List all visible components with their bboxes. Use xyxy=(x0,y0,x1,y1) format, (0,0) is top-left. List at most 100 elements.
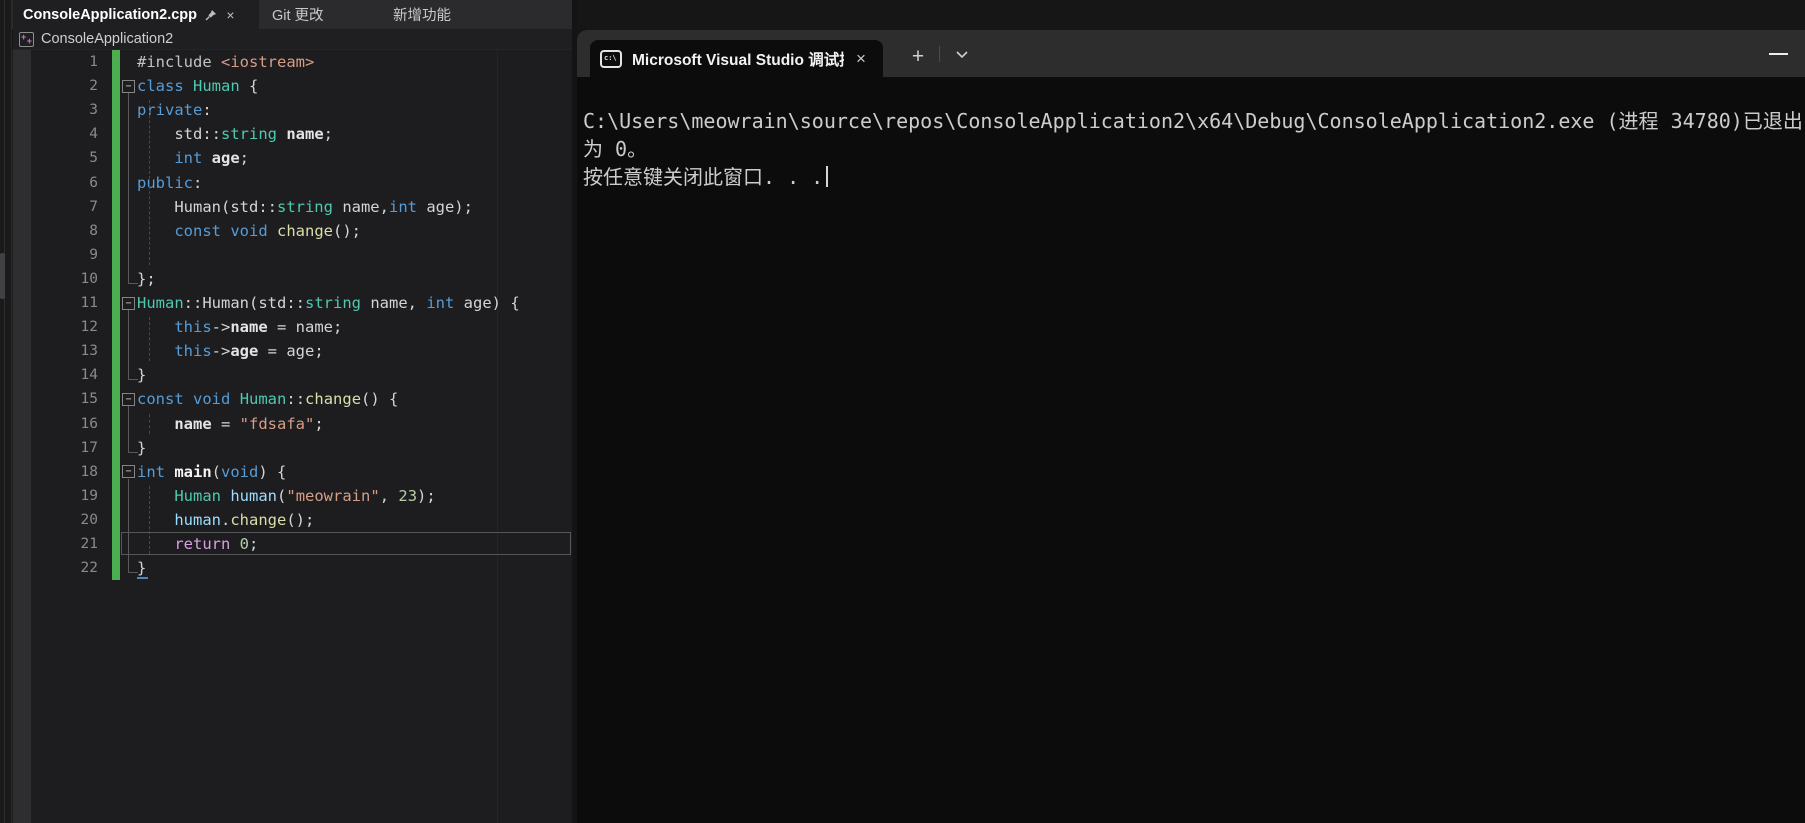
chevron-down-icon[interactable] xyxy=(949,45,975,63)
indent-guide xyxy=(149,100,150,265)
caret-underline xyxy=(137,577,148,579)
code-line[interactable]: 14} xyxy=(0,363,572,387)
terminal-tab-title: Microsoft Visual Studio 调试控制台 xyxy=(632,48,844,70)
fold-guide-line xyxy=(128,479,129,572)
line-number: 14 xyxy=(36,363,98,387)
close-icon[interactable]: × xyxy=(856,50,866,67)
fold-guide-line xyxy=(128,93,129,283)
code-text: public: xyxy=(137,171,202,195)
pin-icon[interactable] xyxy=(204,8,217,21)
code-line[interactable]: 3private: xyxy=(0,98,572,122)
line-number: 15 xyxy=(36,387,98,411)
terminal-output[interactable]: C:\Users\meowrain\source\repos\ConsoleAp… xyxy=(577,77,1805,823)
line-number: 21 xyxy=(36,532,98,556)
screen: ConsoleApplication2.cpp × Git 更改 新增功能 ++… xyxy=(0,0,1805,823)
terminal-output-line: 按任意键关闭此窗口. . . xyxy=(583,163,1805,191)
code-line[interactable]: 15 −const void Human::change() { xyxy=(0,387,572,411)
code-text: #include <iostream> xyxy=(137,50,314,74)
close-icon[interactable]: × xyxy=(224,8,237,21)
line-number: 12 xyxy=(36,315,98,339)
terminal-cursor xyxy=(826,166,828,187)
code-text: Human::Human(std::string name, int age) … xyxy=(137,291,520,315)
fold-guide-foot xyxy=(128,283,138,284)
terminal-titlebar[interactable]: c:\ Microsoft Visual Studio 调试控制台 × + xyxy=(577,30,1805,77)
line-number: 10 xyxy=(36,267,98,291)
terminal-window: c:\ Microsoft Visual Studio 调试控制台 × + C:… xyxy=(577,30,1805,823)
fold-collapse-icon[interactable]: − xyxy=(122,393,135,406)
code-line[interactable]: 9 xyxy=(0,243,572,267)
line-number: 11 xyxy=(36,291,98,315)
fold-guide-foot xyxy=(128,452,138,453)
line-number: 5 xyxy=(36,146,98,170)
tab-consoleapplication2-cpp[interactable]: ConsoleApplication2.cpp × xyxy=(13,0,259,29)
code-text: this->age = age; xyxy=(137,339,324,363)
code-line[interactable]: 16 name = "fdsafa"; xyxy=(0,412,572,436)
code-text: } xyxy=(137,363,146,387)
code-text: std::string name; xyxy=(137,122,333,146)
line-number: 20 xyxy=(36,508,98,532)
editor-tab-strip: ConsoleApplication2.cpp × Git 更改 新增功能 xyxy=(0,0,572,29)
code-line[interactable]: 6 public: xyxy=(0,171,572,195)
tab-label: ConsoleApplication2.cpp xyxy=(23,7,197,23)
code-line[interactable]: 17} xyxy=(0,436,572,460)
console-icon: c:\ xyxy=(600,50,622,68)
code-line[interactable]: 1 #include <iostream> xyxy=(0,50,572,74)
code-line[interactable]: 19 Human human("meowrain", 23); xyxy=(0,484,572,508)
code-line[interactable]: 11 −Human::Human(std::string name, int ag… xyxy=(0,291,572,315)
tab-label: Git 更改 xyxy=(272,4,324,25)
tab-label: 新增功能 xyxy=(393,4,451,25)
vs-editor-group: ConsoleApplication2.cpp × Git 更改 新增功能 ++… xyxy=(0,0,577,823)
code-text: this->name = name; xyxy=(137,315,342,339)
code-line[interactable]: 5 int age; xyxy=(0,146,572,170)
code-line[interactable]: 22} xyxy=(0,556,572,580)
minimize-dash-icon xyxy=(1769,53,1788,55)
tab-git-changes[interactable]: Git 更改 xyxy=(262,0,380,29)
code-text: int age; xyxy=(137,146,249,170)
code-area[interactable]: 1#include <iostream>2−class Human {3priv… xyxy=(0,50,572,823)
code-line[interactable]: 18−int main(void) { xyxy=(0,460,572,484)
terminal-output-line: 为 0。 xyxy=(583,135,1805,163)
code-text: const void Human::change() { xyxy=(137,387,398,411)
fold-collapse-icon[interactable]: − xyxy=(122,465,135,478)
tab-new-features[interactable]: 新增功能 xyxy=(383,0,495,29)
line-number: 17 xyxy=(36,436,98,460)
code-line[interactable]: 7 Human(std::string name,int age); xyxy=(0,195,572,219)
code-line[interactable]: 20 human.change(); xyxy=(0,508,572,532)
line-number: 1 xyxy=(36,50,98,74)
code-line[interactable]: 12 this->name = name; xyxy=(0,315,572,339)
code-line[interactable]: 13 this->age = age; xyxy=(0,339,572,363)
code-text: const void change(); xyxy=(137,219,361,243)
terminal-tab-debug-console[interactable]: c:\ Microsoft Visual Studio 调试控制台 × xyxy=(590,40,883,77)
fold-collapse-icon[interactable]: − xyxy=(122,297,135,310)
code-line[interactable]: 2−class Human { xyxy=(0,74,572,98)
cpp-project-icon: ++ xyxy=(19,32,34,47)
line-number: 9 xyxy=(36,243,98,267)
code-editor[interactable]: 1#include <iostream>2−class Human {3priv… xyxy=(0,50,572,823)
code-text: Human human("meowrain", 23); xyxy=(137,484,436,508)
fold-guide-foot xyxy=(128,572,138,573)
indent-guide xyxy=(149,414,150,434)
line-number: 22 xyxy=(36,556,98,580)
code-text: name = "fdsafa"; xyxy=(137,412,324,436)
current-line-highlight xyxy=(121,532,571,555)
line-number: 6 xyxy=(36,171,98,195)
fold-guide-foot xyxy=(128,379,138,380)
indent-guide xyxy=(149,317,150,361)
code-text: Human(std::string name,int age); xyxy=(137,195,473,219)
code-text: }; xyxy=(137,267,156,291)
titlebar-separator xyxy=(939,46,940,62)
code-text: human.change(); xyxy=(137,508,314,532)
fold-collapse-icon[interactable]: − xyxy=(122,80,135,93)
code-text: } xyxy=(137,436,146,460)
line-number: 2 xyxy=(36,74,98,98)
code-line[interactable]: 8 const void change(); xyxy=(0,219,572,243)
line-number: 8 xyxy=(36,219,98,243)
new-tab-button[interactable]: + xyxy=(902,42,934,74)
code-line[interactable]: 4 std::string name; xyxy=(0,122,572,146)
line-number: 7 xyxy=(36,195,98,219)
breadcrumb[interactable]: ++ ConsoleApplication2 xyxy=(13,29,572,50)
minimize-button[interactable] xyxy=(1759,42,1797,66)
code-line[interactable]: 10}; xyxy=(0,267,572,291)
breadcrumb-project-name: ConsoleApplication2 xyxy=(41,31,173,47)
fold-guide-line xyxy=(128,310,129,379)
